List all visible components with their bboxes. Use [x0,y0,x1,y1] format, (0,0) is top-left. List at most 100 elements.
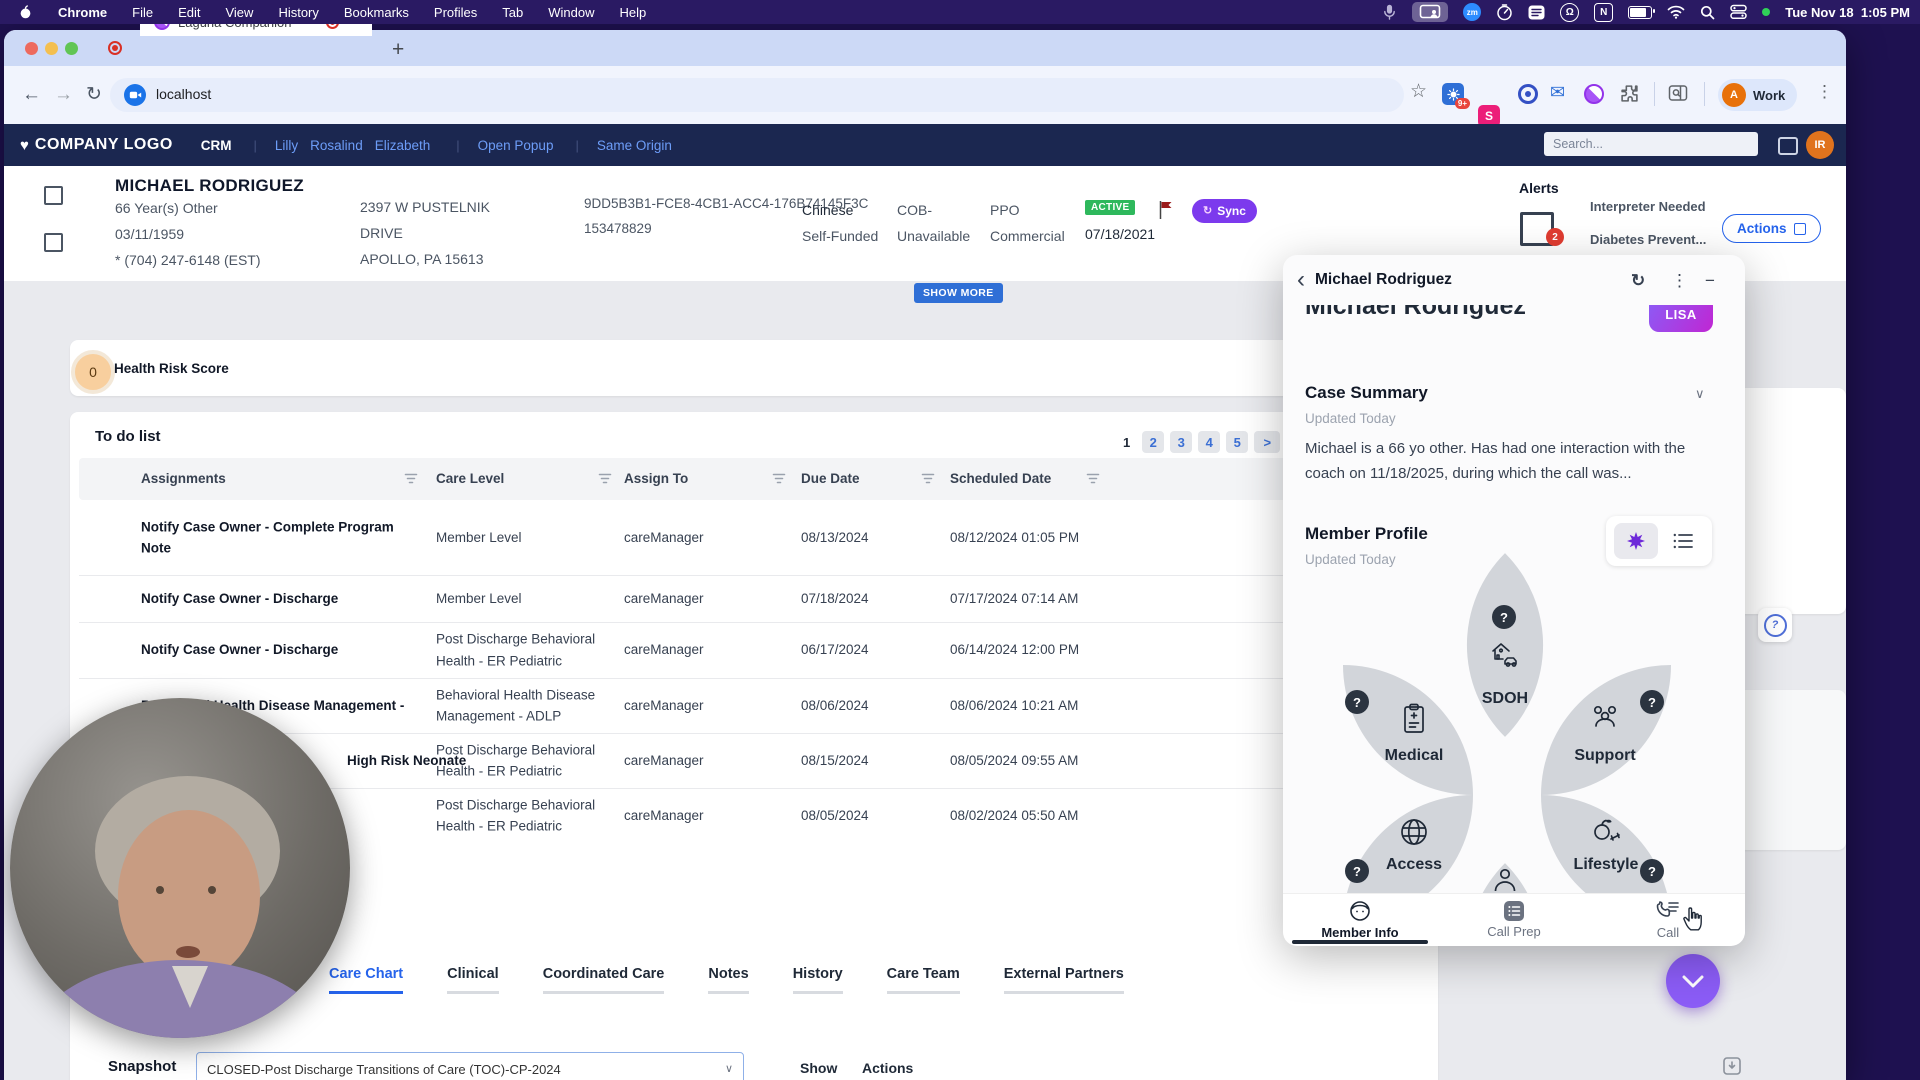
back-icon[interactable]: ‹ [1297,270,1305,289]
tab-notes[interactable]: Notes [708,966,748,994]
panel-kebab-icon[interactable]: ⋮ [1671,272,1688,289]
minimize-window-button[interactable] [45,42,58,55]
apple-icon[interactable] [18,4,33,20]
tab-history[interactable]: History [793,966,843,994]
nav-call-prep[interactable]: Call Prep [1437,894,1591,946]
monitor-icon[interactable] [1778,137,1798,155]
browser-menu-kebab-icon[interactable]: ⋮ [1816,83,1833,100]
support-help-badge[interactable]: ? [1640,690,1664,714]
microphone-icon[interactable] [1382,4,1397,21]
page-button[interactable]: 5 [1226,431,1248,453]
address-bar[interactable]: localhost [110,78,1404,112]
lifestyle-help-badge[interactable]: ? [1640,859,1664,883]
search-icon[interactable] [1700,5,1715,20]
page-button[interactable]: 4 [1198,431,1220,453]
footer-download-icon[interactable] [1722,1056,1742,1076]
tab-clinical[interactable]: Clinical [447,966,499,994]
webcam-video-circle[interactable] [10,698,350,1038]
table-row[interactable]: Notify Case Owner - Complete Program Not… [79,500,1429,576]
tab-care-chart[interactable]: Care Chart [329,966,403,994]
battery-icon[interactable] [1628,6,1652,19]
menu-bar-clock[interactable]: Tue Nov 18 1:05 PM [1785,5,1910,20]
flag-icon[interactable] [1158,200,1176,220]
omega-app-icon[interactable]: Ω [1560,3,1579,22]
filter-icon[interactable] [921,472,935,485]
nav-link-same-origin[interactable]: Same Origin [597,138,672,153]
recording-indicator-icon[interactable] [108,41,122,55]
extension-weather-icon[interactable]: 9+ [1442,83,1464,105]
menu-chrome[interactable]: Chrome [58,5,107,20]
new-tab-button[interactable]: + [392,39,404,60]
page-current[interactable]: 1 [1117,435,1136,450]
show-more-button[interactable]: SHOW MORE [914,283,1003,303]
filter-icon[interactable] [598,472,612,485]
footer-actions-link[interactable]: Actions [862,1060,913,1076]
nav-link-open-popup[interactable]: Open Popup [478,138,554,153]
lisa-button[interactable]: LISA [1649,305,1713,332]
list-app-icon[interactable] [1528,5,1545,20]
page-button[interactable]: 3 [1170,431,1192,453]
crm-label[interactable]: CRM [201,138,232,153]
profile-button[interactable]: A Work [1718,79,1797,111]
menu-edit[interactable]: Edit [178,5,200,20]
nav-link-elizabeth[interactable]: Elizabeth [375,138,431,153]
laguna-extension-icon[interactable] [1584,84,1604,104]
filter-icon[interactable] [404,472,418,485]
zoom-app-icon[interactable]: zm [1463,3,1481,21]
access-help-badge[interactable]: ? [1345,859,1369,883]
notion-icon[interactable]: N [1594,3,1613,22]
help-button[interactable]: ? [1758,608,1792,642]
back-button[interactable]: ← [22,85,41,104]
timer-icon[interactable] [1496,4,1513,21]
control-center-icon[interactable] [1730,4,1747,20]
url-text[interactable]: localhost [156,86,211,102]
filter-icon[interactable] [772,472,786,485]
close-window-button[interactable] [25,42,38,55]
side-panel-search-icon[interactable] [1668,84,1688,102]
sidebar-checkbox-icon[interactable] [44,186,63,205]
nav-link-lilly[interactable]: Lilly [275,138,298,153]
nav-member-info[interactable]: Member Info [1283,894,1437,946]
extensions-puzzle-icon[interactable] [1620,84,1639,103]
forward-button[interactable]: → [54,85,73,104]
mail-extension-icon[interactable]: ✉ [1550,83,1565,101]
actions-button[interactable]: Actions [1722,214,1821,243]
collapse-chevron-icon[interactable]: ∨ [1695,387,1705,400]
wifi-icon[interactable] [1667,5,1685,19]
menu-history[interactable]: History [278,5,318,20]
table-row[interactable]: Notify Case Owner - Discharge Member Lev… [79,575,1429,623]
filter-icon[interactable] [1086,472,1100,485]
menu-bookmarks[interactable]: Bookmarks [344,5,409,20]
menu-view[interactable]: View [225,5,253,20]
company-logo-text[interactable]: COMPANY LOGO [35,136,173,154]
menu-file[interactable]: File [132,5,153,20]
reload-button[interactable]: ↻ [86,85,102,104]
password-manager-icon[interactable] [1518,84,1538,104]
table-row[interactable]: Notify Case Owner - Discharge Post Disch… [79,622,1429,679]
list-view-button[interactable] [1661,523,1705,559]
nav-link-rosalind[interactable]: Rosalind [310,138,363,153]
tab-coordinated-care[interactable]: Coordinated Care [543,966,665,994]
menu-tab[interactable]: Tab [502,5,523,20]
minimize-panel-icon[interactable]: − [1705,272,1715,289]
sync-button[interactable]: ↻ Sync [1192,199,1257,223]
camera-permission-icon[interactable] [124,84,146,106]
menu-help[interactable]: Help [620,5,647,20]
screen-share-icon[interactable] [1412,2,1448,22]
tab-care-team[interactable]: Care Team [887,966,960,994]
user-avatar[interactable]: IR [1806,131,1834,159]
bookmark-star-icon[interactable]: ☆ [1410,82,1427,101]
flower-view-button[interactable] [1614,523,1658,559]
page-next-button[interactable]: > [1254,431,1280,453]
sidebar-checkbox-icon[interactable] [44,233,63,252]
menu-profiles[interactable]: Profiles [434,5,477,20]
medical-help-badge[interactable]: ? [1345,690,1369,714]
page-button[interactable]: 2 [1142,431,1164,453]
search-input[interactable] [1544,132,1758,156]
table-row[interactable]: Behavioral Health Disease Management - B… [79,678,1429,734]
scroll-down-fab[interactable] [1666,954,1720,1008]
tab-external-partners[interactable]: External Partners [1004,966,1124,994]
refresh-icon[interactable]: ↻ [1631,272,1645,289]
nav-call[interactable]: Call [1591,894,1745,946]
zoom-window-button[interactable] [65,42,78,55]
